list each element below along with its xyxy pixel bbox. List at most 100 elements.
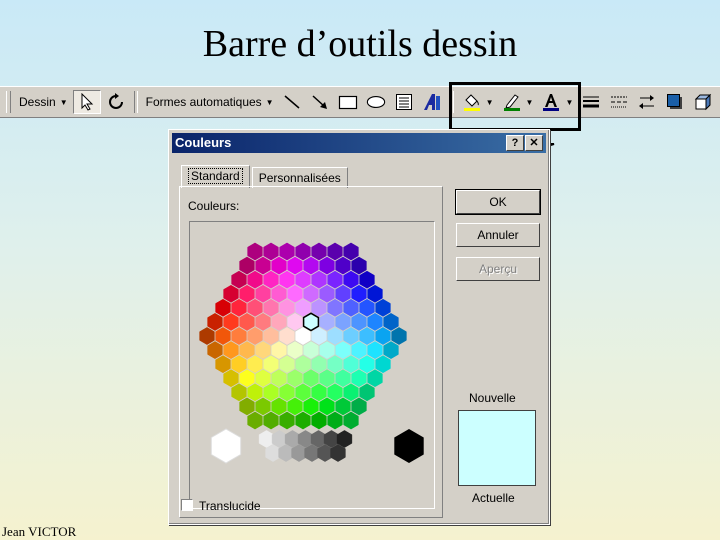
dialog-title-bar[interactable]: Couleurs ? ✕ xyxy=(172,133,546,153)
color-cell[interactable] xyxy=(279,298,295,317)
translucent-checkbox[interactable] xyxy=(181,499,193,511)
color-cell[interactable] xyxy=(335,313,351,331)
color-cell[interactable] xyxy=(359,355,375,374)
color-cell[interactable] xyxy=(351,313,367,331)
color-cell[interactable] xyxy=(311,298,327,317)
color-hexagon-palette[interactable] xyxy=(190,222,434,508)
color-cell[interactable] xyxy=(223,284,239,303)
color-cell[interactable] xyxy=(335,369,351,388)
color-cell[interactable] xyxy=(367,341,383,359)
color-cell[interactable] xyxy=(303,256,319,275)
color-cell[interactable] xyxy=(367,284,383,303)
color-cell[interactable] xyxy=(303,341,319,359)
select-objects-button[interactable] xyxy=(72,90,101,114)
color-cell[interactable] xyxy=(311,270,327,289)
color-cell[interactable] xyxy=(383,313,399,331)
color-cell[interactable] xyxy=(263,411,279,430)
color-cell[interactable] xyxy=(271,341,287,359)
color-cell[interactable] xyxy=(351,284,367,303)
3d-button[interactable] xyxy=(690,90,716,114)
color-cell[interactable] xyxy=(239,313,255,331)
color-cell[interactable] xyxy=(263,242,279,261)
ellipse-tool-button[interactable] xyxy=(363,90,389,114)
color-cell[interactable] xyxy=(327,411,343,430)
color-cell[interactable] xyxy=(319,313,335,331)
color-cell[interactable] xyxy=(311,327,327,345)
color-cell[interactable] xyxy=(295,411,311,430)
color-cell[interactable] xyxy=(287,369,303,388)
color-cell[interactable] xyxy=(367,369,383,388)
color-cell[interactable] xyxy=(311,411,327,430)
color-cell[interactable] xyxy=(319,397,335,416)
color-cell[interactable] xyxy=(351,256,367,275)
color-cell[interactable] xyxy=(263,355,279,374)
ok-button[interactable]: OK xyxy=(455,189,541,215)
color-cell[interactable] xyxy=(375,355,391,374)
color-cell[interactable] xyxy=(335,284,351,303)
dash-style-button[interactable] xyxy=(606,90,632,114)
color-cell[interactable] xyxy=(391,327,407,345)
color-cell[interactable] xyxy=(375,298,391,317)
color-cell[interactable] xyxy=(199,327,215,345)
arrow-style-button[interactable] xyxy=(634,90,660,114)
color-cell[interactable] xyxy=(271,284,287,303)
color-cell[interactable] xyxy=(319,284,335,303)
color-cell[interactable] xyxy=(247,411,263,430)
color-cell[interactable] xyxy=(311,383,327,402)
color-cell[interactable] xyxy=(271,256,287,275)
color-cell[interactable] xyxy=(279,383,295,402)
color-cell[interactable] xyxy=(239,397,255,416)
color-cell[interactable] xyxy=(279,242,295,261)
color-cell[interactable] xyxy=(279,411,295,430)
free-rotate-button[interactable] xyxy=(103,90,129,114)
color-cell[interactable] xyxy=(295,270,311,289)
color-cell[interactable] xyxy=(351,369,367,388)
color-cell[interactable] xyxy=(255,397,271,416)
color-cell[interactable] xyxy=(303,284,319,303)
color-cell[interactable] xyxy=(367,313,383,331)
cancel-button[interactable]: Annuler xyxy=(456,223,540,247)
color-cell[interactable] xyxy=(255,256,271,275)
color-cell[interactable] xyxy=(335,341,351,359)
text-box-tool-button[interactable] xyxy=(391,90,417,114)
color-cell[interactable] xyxy=(375,327,391,345)
arrow-tool-button[interactable] xyxy=(307,90,333,114)
color-cell[interactable] xyxy=(343,298,359,317)
color-cell[interactable] xyxy=(343,355,359,374)
color-cell[interactable] xyxy=(359,327,375,345)
tab-custom[interactable]: Personnalisées xyxy=(251,167,348,188)
color-cell[interactable] xyxy=(263,270,279,289)
line-style-button[interactable] xyxy=(578,90,604,114)
color-cell[interactable] xyxy=(343,383,359,402)
color-cell[interactable] xyxy=(215,355,231,374)
color-cell[interactable] xyxy=(247,327,263,345)
color-cell[interactable] xyxy=(255,284,271,303)
color-cell[interactable] xyxy=(327,355,343,374)
color-cell[interactable] xyxy=(327,383,343,402)
color-cell[interactable] xyxy=(327,327,343,345)
color-cell[interactable] xyxy=(295,383,311,402)
color-cell[interactable] xyxy=(215,327,231,345)
color-cell[interactable] xyxy=(271,397,287,416)
color-cell[interactable] xyxy=(351,397,367,416)
color-cell[interactable] xyxy=(223,369,239,388)
color-cell[interactable] xyxy=(247,242,263,261)
color-cell[interactable] xyxy=(287,341,303,359)
wordart-button[interactable] xyxy=(419,90,445,114)
color-cell[interactable] xyxy=(287,284,303,303)
color-cell[interactable] xyxy=(295,242,311,261)
color-cell[interactable] xyxy=(231,383,247,402)
help-button[interactable]: ? xyxy=(506,135,524,151)
color-cell[interactable] xyxy=(287,313,303,331)
color-cell[interactable] xyxy=(215,298,231,317)
color-cell[interactable] xyxy=(295,355,311,374)
color-cell[interactable] xyxy=(255,341,271,359)
color-cell[interactable] xyxy=(255,313,271,331)
draw-menu-button[interactable]: Dessin ▼ xyxy=(16,90,71,114)
color-cell[interactable] xyxy=(263,327,279,345)
color-cell[interactable] xyxy=(319,256,335,275)
color-cell[interactable] xyxy=(247,383,263,402)
color-cell[interactable] xyxy=(207,341,223,359)
color-cell[interactable] xyxy=(207,313,223,331)
color-cell[interactable] xyxy=(287,256,303,275)
